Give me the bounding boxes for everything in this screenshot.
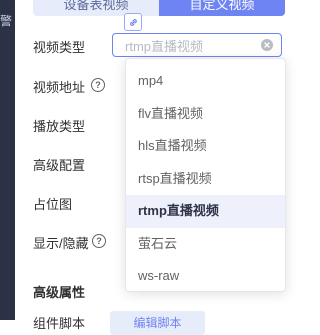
option-mp4[interactable]: mp4 <box>126 65 285 98</box>
play-type-label: 播放类型 <box>33 119 86 134</box>
option-rtsp-live[interactable]: rtsp直播视频 <box>126 163 285 196</box>
component-script-label: 组件脚本 <box>33 316 86 331</box>
placeholder-image-label: 占位图 <box>33 197 73 212</box>
tab-custom-video[interactable]: 自定义视频 <box>159 0 285 16</box>
video-type-label: 视频类型 <box>33 40 86 55</box>
edit-script-button[interactable]: 编辑脚本 <box>110 311 205 335</box>
link-icon[interactable] <box>124 13 142 31</box>
video-source-tabs: 设备表视频 自定义视频 <box>33 0 285 16</box>
background-sidebar-text: 警 <box>0 14 13 28</box>
video-type-select[interactable] <box>112 33 282 57</box>
option-ezviz[interactable]: 萤石云 <box>126 228 285 261</box>
question-circle-icon[interactable]: ? <box>92 234 106 248</box>
background-sidebar: 警 <box>0 0 15 320</box>
option-ws-raw[interactable]: ws-raw <box>126 260 285 293</box>
question-circle-icon[interactable]: ? <box>91 78 105 92</box>
option-hls-live[interactable]: hls直播视频 <box>126 130 285 163</box>
option-flv-live[interactable]: flv直播视频 <box>126 98 285 131</box>
clear-circle-icon[interactable] <box>261 39 273 51</box>
video-config-panel: 设备表视频 自定义视频 视频类型 视频地址 ? 播放类型 高级配置 占位图 显示… <box>15 0 291 335</box>
visibility-label: 显示/隐藏 <box>33 236 89 251</box>
video-url-label: 视频地址 <box>33 80 86 95</box>
video-type-dropdown: mp4 flv直播视频 hls直播视频 rtsp直播视频 rtmp直播视频 萤石… <box>125 58 286 292</box>
advanced-config-label: 高级配置 <box>33 158 86 173</box>
video-type-input[interactable] <box>123 37 257 55</box>
advanced-properties-title: 高级属性 <box>33 285 86 300</box>
option-rtmp-live[interactable]: rtmp直播视频 <box>126 195 285 228</box>
